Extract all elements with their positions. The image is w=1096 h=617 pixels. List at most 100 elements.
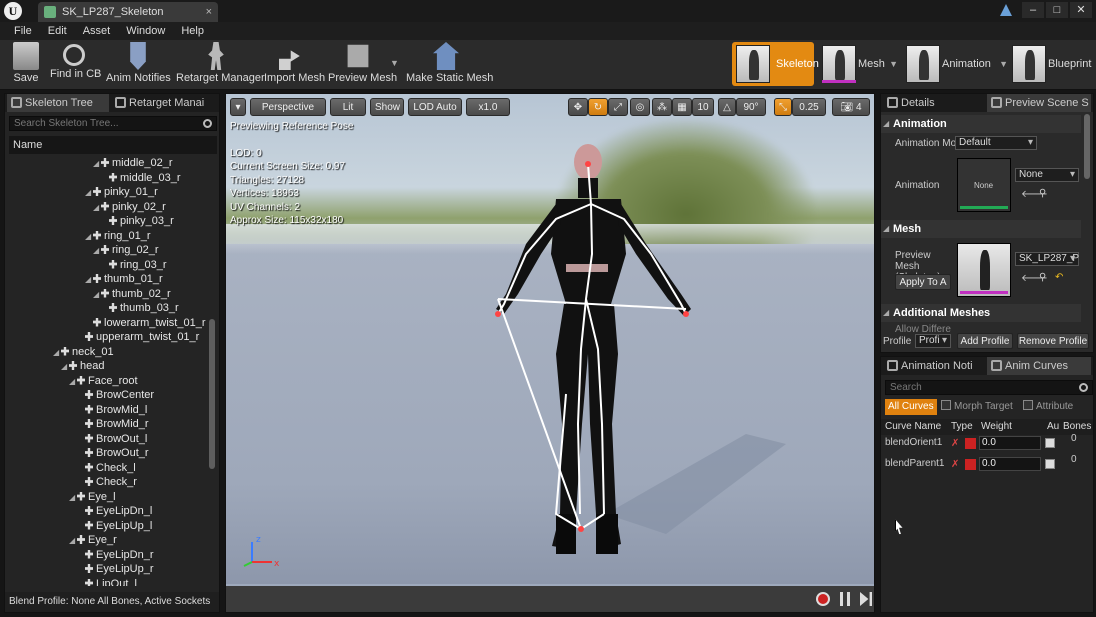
- attribute-filter[interactable]: Attribute: [1023, 399, 1073, 415]
- tree-row-bone[interactable]: ◢ pinky_01_r: [85, 185, 158, 199]
- angle-size-value[interactable]: 90°: [736, 98, 766, 116]
- viewport-options-dropdown[interactable]: ▾: [230, 98, 246, 116]
- menu-window[interactable]: Window: [118, 22, 173, 40]
- surface-snap-icon[interactable]: ⁂: [652, 98, 672, 116]
- add-profile-button[interactable]: Add Profile: [957, 333, 1013, 349]
- expand-arrow-icon[interactable]: ◢: [69, 534, 77, 548]
- profile-combo[interactable]: Profi: [915, 334, 951, 348]
- menu-edit[interactable]: Edit: [40, 22, 75, 40]
- weight-field[interactable]: 0.0: [979, 457, 1041, 471]
- tree-row-bone[interactable]: BrowMid_r: [77, 417, 149, 431]
- expand-arrow-icon[interactable]: ◢: [69, 491, 77, 505]
- auto-checkbox[interactable]: [1045, 459, 1055, 469]
- preview-mesh-dropdown-icon[interactable]: ▼: [390, 58, 399, 68]
- expand-arrow-icon[interactable]: ◢: [93, 244, 101, 258]
- tree-row-bone[interactable]: ◢ neck_01: [53, 345, 114, 359]
- close-window-button[interactable]: ✕: [1070, 2, 1092, 18]
- remove-profile-button[interactable]: Remove Profile: [1017, 333, 1089, 349]
- pause-icon[interactable]: [840, 592, 850, 606]
- mode-animation-button[interactable]: Animation ▼: [902, 42, 1008, 86]
- show-button[interactable]: Show: [370, 98, 404, 116]
- tree-row-bone[interactable]: middle_03_r: [101, 171, 181, 185]
- tab-skeleton-tree[interactable]: Skeleton Tree: [7, 94, 109, 112]
- skeleton-search-input[interactable]: Search Skeleton Tree...: [9, 116, 217, 131]
- speed-button[interactable]: x1.0: [466, 98, 510, 116]
- preview-mesh-thumbnail[interactable]: [957, 243, 1011, 297]
- tab-preview-scene[interactable]: Preview Scene S: [987, 94, 1091, 112]
- mode-skeleton-button[interactable]: Skeleton: [732, 42, 819, 86]
- tree-row-bone[interactable]: BrowMid_l: [77, 403, 147, 417]
- tree-row-bone[interactable]: ◢ ring_01_r: [85, 229, 150, 243]
- camera-speed-value[interactable]: 📷︎ 4: [832, 98, 870, 116]
- lod-button[interactable]: LOD Auto: [408, 98, 462, 116]
- preview-mesh-button[interactable]: Preview Mesh: [328, 42, 397, 88]
- tree-row-bone[interactable]: BrowOut_l: [77, 432, 147, 446]
- tree-row-bone[interactable]: EyeLipUp_r: [77, 562, 153, 576]
- world-space-icon[interactable]: ◎: [630, 98, 650, 116]
- tab-details[interactable]: Details: [883, 94, 983, 112]
- browse-mesh-icon[interactable]: ⚲: [1039, 272, 1046, 283]
- tree-row-bone[interactable]: ◢ Eye_l: [69, 490, 116, 504]
- rotate-icon[interactable]: ↻: [588, 98, 608, 116]
- lit-button[interactable]: Lit: [330, 98, 366, 116]
- animation-thumbnail-box[interactable]: None: [957, 158, 1011, 212]
- expand-arrow-icon[interactable]: ◢: [93, 157, 101, 171]
- tab-anim-curves[interactable]: Anim Curves: [987, 357, 1091, 375]
- grid-size-value[interactable]: 10: [692, 98, 714, 116]
- tree-row-bone[interactable]: ◢ thumb_02_r: [93, 287, 171, 301]
- section-additional-meshes[interactable]: Additional Meshes: [881, 304, 1081, 322]
- tree-row-bone[interactable]: BrowOut_r: [77, 446, 149, 460]
- material-type-icon[interactable]: [965, 459, 976, 470]
- expand-arrow-icon[interactable]: ◢: [69, 375, 77, 389]
- material-type-icon[interactable]: [965, 438, 976, 449]
- expand-arrow-icon[interactable]: ◢: [61, 360, 69, 374]
- curve-row[interactable]: blendParent1 ✗ 0.0 0: [881, 454, 1093, 474]
- animation-mode-combo[interactable]: Default: [955, 136, 1037, 150]
- notification-icon[interactable]: [1000, 4, 1012, 16]
- angle-snap-icon[interactable]: △: [718, 98, 736, 116]
- animation-asset-combo[interactable]: None: [1015, 168, 1079, 182]
- expand-arrow-icon[interactable]: ◢: [85, 273, 93, 287]
- expand-arrow-icon[interactable]: ◢: [85, 230, 93, 244]
- translate-icon[interactable]: ✥: [568, 98, 588, 116]
- tree-row-bone[interactable]: EyeLipDn_l: [77, 504, 152, 518]
- expand-arrow-icon[interactable]: ◢: [85, 186, 93, 200]
- all-curves-filter[interactable]: All Curves: [885, 399, 937, 415]
- tree-row-bone[interactable]: EyeLipUp_l: [77, 519, 152, 533]
- tree-row-bone[interactable]: ◢ Face_root: [69, 374, 138, 388]
- grid-snap-icon[interactable]: ▦: [672, 98, 692, 116]
- attribute-checkbox[interactable]: [1023, 400, 1033, 410]
- blend-profile-bar[interactable]: Blend Profile: None All Bones, Active So…: [5, 592, 219, 612]
- record-icon[interactable]: [816, 592, 830, 606]
- morph-target-filter[interactable]: Morph Target: [941, 399, 1013, 415]
- tree-row-bone[interactable]: lowerarm_twist_01_r: [85, 316, 205, 330]
- preview-mesh-combo[interactable]: SK_LP287_P: [1015, 252, 1079, 266]
- tree-row-bone[interactable]: ring_03_r: [101, 258, 166, 272]
- scale-size-value[interactable]: 0.25: [792, 98, 826, 116]
- expand-arrow-icon[interactable]: ◢: [93, 201, 101, 215]
- tree-row-bone[interactable]: ◢ head: [61, 359, 104, 373]
- tree-row-bone[interactable]: Check_r: [77, 475, 137, 489]
- tree-row-bone[interactable]: ◢ ring_02_r: [93, 243, 158, 257]
- reset-mesh-icon[interactable]: ↶: [1055, 272, 1063, 283]
- close-tab-icon[interactable]: ×: [206, 2, 212, 22]
- viewport[interactable]: ▾ Perspective Lit Show LOD Auto x1.0 ✥ ↻…: [225, 93, 875, 613]
- tree-row-bone[interactable]: ◢ Eye_r: [69, 533, 117, 547]
- details-scrollbar[interactable]: [1084, 114, 1090, 179]
- curve-row[interactable]: blendOrient1 ✗ 0.0 0: [881, 433, 1093, 453]
- tree-row-bone[interactable]: BrowCenter: [77, 388, 154, 402]
- retarget-manager-button[interactable]: Retarget Manager: [176, 42, 265, 88]
- morph-type-icon[interactable]: ✗: [951, 459, 962, 470]
- maximize-button[interactable]: □: [1046, 2, 1068, 18]
- section-mesh[interactable]: Mesh: [881, 220, 1081, 238]
- scale-icon[interactable]: ⤢: [608, 98, 628, 116]
- column-header-name[interactable]: Name: [9, 136, 217, 154]
- anim-notifies-button[interactable]: Anim Notifies: [106, 42, 171, 88]
- perspective-button[interactable]: Perspective: [250, 98, 326, 116]
- expand-arrow-icon[interactable]: ◢: [93, 288, 101, 302]
- tree-row-bone[interactable]: ◢ middle_02_r: [93, 156, 173, 170]
- mesh-dropdown-icon[interactable]: ▼: [889, 42, 898, 86]
- browse-asset-icon[interactable]: ⚲: [1039, 188, 1046, 199]
- mode-mesh-button[interactable]: Mesh ▼: [818, 42, 898, 86]
- tree-row-bone[interactable]: EyeLipDn_r: [77, 548, 153, 562]
